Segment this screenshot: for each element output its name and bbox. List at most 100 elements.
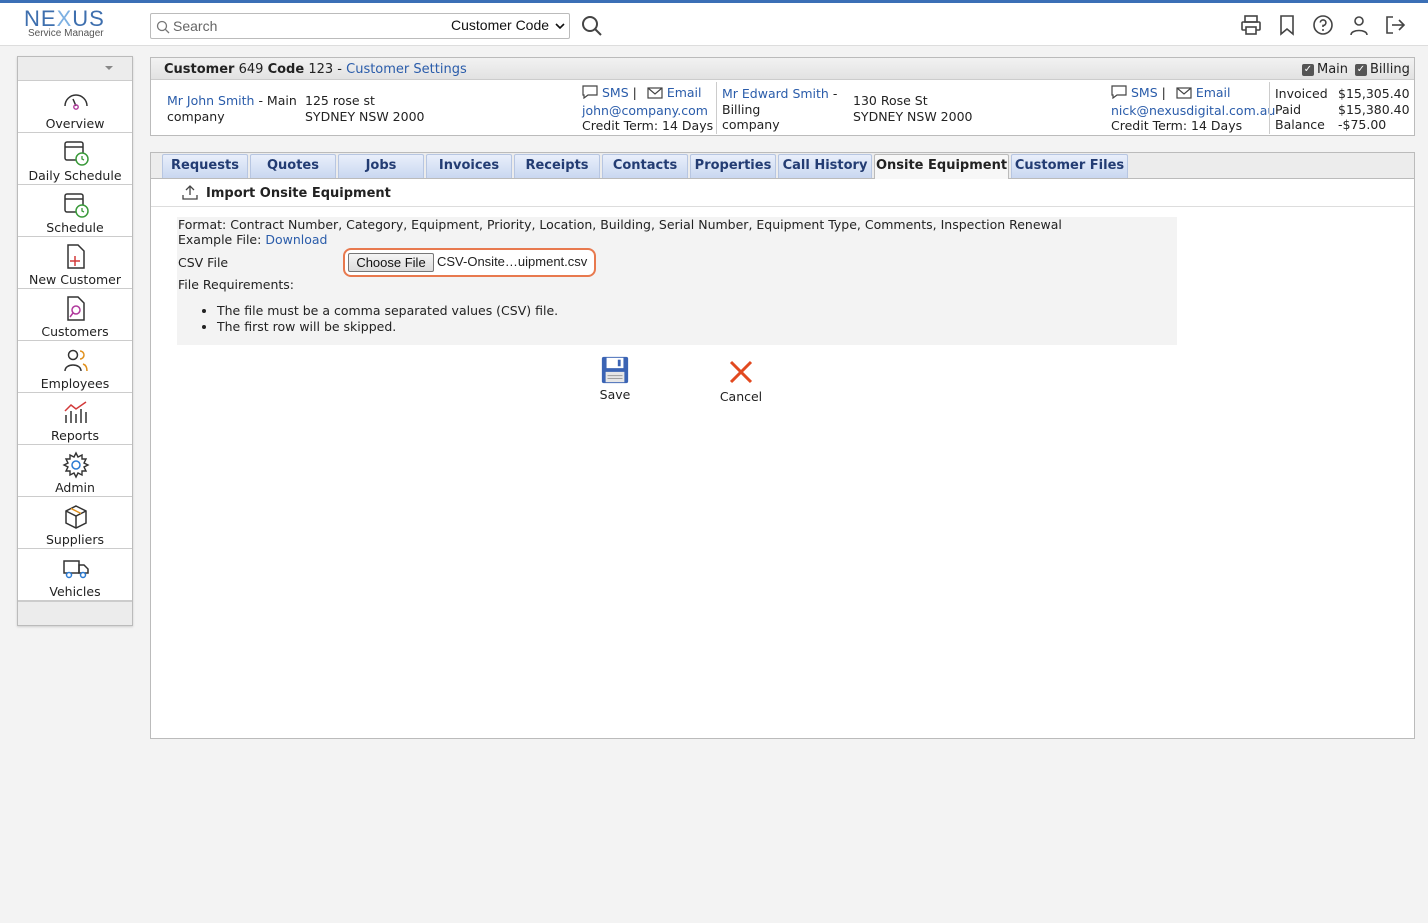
search-icon bbox=[156, 20, 170, 34]
customer-number: 649 bbox=[238, 62, 264, 77]
tab-receipts[interactable]: Receipts bbox=[514, 154, 600, 178]
paid-value: $15,380.40 bbox=[1338, 101, 1410, 117]
main-panel: Requests Quotes Jobs Invoices Receipts C… bbox=[150, 152, 1415, 739]
totals-labels: Invoiced Paid Balance bbox=[1275, 86, 1328, 133]
user-icon[interactable] bbox=[1348, 13, 1370, 37]
search-input[interactable] bbox=[173, 17, 433, 35]
address-line-1: 130 Rose St bbox=[853, 93, 928, 108]
help-icon[interactable] bbox=[1312, 13, 1334, 37]
billing-contact-email-address[interactable]: nick@nexusdigital.com.au bbox=[1111, 103, 1275, 118]
address-line-1: 125 rose st bbox=[305, 93, 375, 108]
tab-call-history[interactable]: Call History bbox=[778, 154, 872, 178]
address-line-2: SYDNEY NSW 2000 bbox=[305, 108, 425, 124]
sms-link[interactable]: SMS bbox=[1131, 85, 1158, 100]
gear-icon bbox=[62, 451, 90, 479]
sidebar-item-label: Suppliers bbox=[45, 532, 104, 547]
invoiced-label: Invoiced bbox=[1275, 86, 1328, 101]
sidebar-item-new-customer[interactable]: New Customer bbox=[18, 237, 132, 289]
sidebar-item-vehicles[interactable]: Vehicles bbox=[18, 549, 132, 601]
import-title: Import Onsite Equipment bbox=[206, 186, 391, 201]
sidebar-item-employees[interactable]: Employees bbox=[18, 341, 132, 393]
search-mode-select[interactable]: Customer Code bbox=[451, 17, 569, 35]
sidebar-item-overview[interactable]: Overview bbox=[18, 81, 132, 133]
code-label: Code bbox=[267, 62, 305, 77]
tab-invoices[interactable]: Invoices bbox=[426, 154, 512, 178]
sidebar-item-label: Schedule bbox=[46, 220, 104, 235]
billing-contact-role: Billing bbox=[722, 101, 761, 117]
csv-file-label: CSV File bbox=[178, 255, 229, 270]
sidebar-item-suppliers[interactable]: Suppliers bbox=[18, 497, 132, 549]
billing-filter-checkbox[interactable]: ✓ Billing bbox=[1355, 62, 1410, 77]
customer-settings-link[interactable]: Customer Settings bbox=[346, 62, 467, 77]
search-mode-value: Customer Code bbox=[451, 17, 550, 33]
sidebar-item-schedule[interactable]: Schedule bbox=[18, 185, 132, 237]
choose-file-button[interactable]: Choose File bbox=[348, 253, 434, 272]
divider bbox=[1269, 82, 1270, 134]
truck-icon bbox=[63, 560, 89, 579]
brand-logo[interactable]: NEXUS Service Manager bbox=[24, 8, 124, 45]
tab-properties[interactable]: Properties bbox=[690, 154, 776, 178]
sidebar-item-daily-schedule[interactable]: Daily Schedule bbox=[18, 133, 132, 185]
example-file-label: Example File: bbox=[178, 232, 262, 247]
sidebar-item-label: New Customer bbox=[29, 272, 121, 287]
caret-down-icon bbox=[105, 66, 113, 70]
sidebar-item-admin[interactable]: Admin bbox=[18, 445, 132, 497]
sms-icon[interactable] bbox=[1111, 85, 1127, 103]
search-submit-icon[interactable] bbox=[580, 14, 604, 38]
csv-file-input[interactable]: Choose File CSV-Onsite…uipment.csv bbox=[343, 248, 596, 277]
main-contact: Mr John Smith - Main company bbox=[167, 93, 297, 124]
customer-label: Customer bbox=[164, 62, 235, 77]
brand-tagline: Service Manager bbox=[28, 28, 104, 39]
billing-contact: Mr Edward Smith - Billing company bbox=[722, 86, 837, 133]
file-plus-icon bbox=[67, 244, 85, 269]
email-icon[interactable] bbox=[647, 87, 663, 103]
tab-customer-files[interactable]: Customer Files bbox=[1011, 154, 1128, 178]
main-contact-role: - Main bbox=[258, 93, 297, 108]
billing-contact-dash: - bbox=[832, 86, 838, 101]
checkbox-checked-icon: ✓ bbox=[1302, 63, 1314, 76]
tab-onsite-equipment[interactable]: Onsite Equipment bbox=[874, 154, 1009, 179]
close-icon bbox=[729, 360, 753, 384]
cancel-label: Cancel bbox=[719, 389, 763, 404]
main-contact-credit-term: Credit Term: 14 Days bbox=[582, 118, 714, 133]
main-contact-comms: SMS | Email john@company.com Credit Term… bbox=[582, 85, 713, 134]
billing-contact-address: 130 Rose St SYDNEY NSW 2000 bbox=[853, 93, 972, 124]
separator: | bbox=[632, 85, 637, 100]
chevron-down-icon bbox=[555, 23, 565, 30]
tab-contacts[interactable]: Contacts bbox=[602, 154, 688, 178]
totals-values: $15,305.40 $15,380.40 -$75.00 bbox=[1338, 86, 1410, 133]
sms-icon[interactable] bbox=[582, 85, 598, 103]
tab-quotes[interactable]: Quotes bbox=[250, 154, 336, 178]
calendar-clock-icon bbox=[64, 193, 89, 218]
requirements-list: The file must be a comma separated value… bbox=[217, 303, 558, 334]
main-contact-name[interactable]: Mr John Smith bbox=[167, 93, 254, 108]
email-icon[interactable] bbox=[1176, 87, 1192, 103]
invoiced-value: $15,305.40 bbox=[1338, 86, 1410, 101]
save-button[interactable]: Save bbox=[595, 355, 635, 402]
main-contact-email-address[interactable]: john@company.com bbox=[582, 103, 708, 118]
download-link[interactable]: Download bbox=[265, 232, 327, 247]
logout-icon[interactable] bbox=[1384, 13, 1406, 37]
tab-jobs[interactable]: Jobs bbox=[338, 154, 424, 178]
printer-icon[interactable] bbox=[1240, 13, 1262, 37]
sidebar-item-label: Overview bbox=[45, 116, 105, 131]
sms-link[interactable]: SMS bbox=[602, 85, 629, 100]
sidebar-item-reports[interactable]: Reports bbox=[18, 393, 132, 445]
tab-requests[interactable]: Requests bbox=[162, 154, 248, 178]
sidebar-item-label: Admin bbox=[55, 480, 95, 495]
billing-contact-name[interactable]: Mr Edward Smith bbox=[722, 86, 829, 101]
cancel-button[interactable]: Cancel bbox=[717, 359, 765, 404]
upload-icon bbox=[182, 185, 198, 200]
main-filter-checkbox[interactable]: ✓ Main bbox=[1302, 62, 1348, 77]
customer-title: Customer 649 Code 123 - Customer Setting… bbox=[164, 62, 467, 77]
box-icon bbox=[65, 505, 87, 529]
main-contact-address: 125 rose st SYDNEY NSW 2000 bbox=[305, 93, 424, 124]
billing-contact-comms: SMS | Email nick@nexusdigital.com.au Cre… bbox=[1111, 85, 1275, 134]
floppy-disk-icon bbox=[601, 356, 629, 384]
bookmark-icon[interactable] bbox=[1276, 13, 1298, 37]
gauge-icon bbox=[64, 94, 88, 110]
email-link[interactable]: Email bbox=[1196, 85, 1231, 100]
sidebar-item-customers[interactable]: Customers bbox=[18, 289, 132, 341]
sidebar-collapse-toggle[interactable] bbox=[18, 57, 132, 81]
email-link[interactable]: Email bbox=[667, 85, 702, 100]
